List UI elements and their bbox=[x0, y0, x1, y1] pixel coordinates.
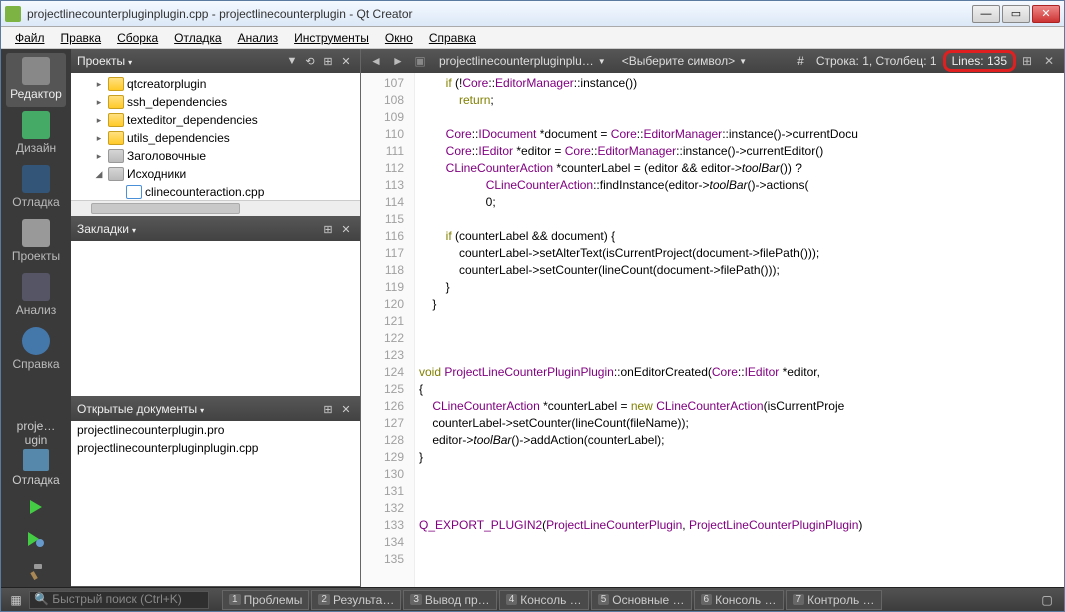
help-icon bbox=[22, 327, 50, 355]
design-icon bbox=[22, 111, 50, 139]
close-pane-icon[interactable]: ✕ bbox=[338, 221, 354, 237]
output-tab[interactable]: 7Контроль … bbox=[786, 590, 882, 610]
tree-scrollbar[interactable] bbox=[71, 200, 360, 216]
menu-tools[interactable]: Инструменты bbox=[286, 29, 377, 47]
menu-file[interactable]: Файл bbox=[7, 29, 53, 47]
cursor-position-hash: # bbox=[791, 54, 810, 68]
close-pane-icon[interactable]: ✕ bbox=[338, 401, 354, 417]
close-editor-icon[interactable]: ✕ bbox=[1039, 52, 1059, 70]
minimize-button[interactable]: — bbox=[972, 5, 1000, 23]
debug-icon bbox=[22, 165, 50, 193]
kit-selector[interactable]: proje…ugin Отладка bbox=[6, 415, 66, 491]
tree-item[interactable]: ◢Исходники bbox=[71, 165, 360, 183]
quick-search-input[interactable]: 🔍 Быстрый поиск (Ctrl+K) bbox=[29, 591, 209, 609]
toggle-sidebar-button[interactable]: ▦ bbox=[5, 591, 27, 609]
opendocs-pane-header: Открытые документы ⊞ ✕ bbox=[71, 397, 360, 421]
menu-window[interactable]: Окно bbox=[377, 29, 421, 47]
run-debug-button[interactable] bbox=[21, 526, 51, 552]
projects-pane-title[interactable]: Проекты bbox=[77, 54, 282, 68]
bookmarks-pane-title[interactable]: Закладки bbox=[77, 222, 318, 236]
menu-build[interactable]: Сборка bbox=[109, 29, 166, 47]
tree-item[interactable]: ▸Заголовочные bbox=[71, 147, 360, 165]
projects-icon bbox=[22, 219, 50, 247]
bookmarks-pane: Закладки ⊞ ✕ bbox=[71, 217, 360, 397]
split-icon[interactable]: ⊞ bbox=[320, 221, 336, 237]
menu-help[interactable]: Справка bbox=[421, 29, 484, 47]
maximize-button[interactable]: ▭ bbox=[1002, 5, 1030, 23]
window-title: projectlinecounterpluginplugin.cpp - pro… bbox=[27, 7, 970, 21]
split-icon[interactable]: ⊞ bbox=[320, 53, 336, 69]
opendocs-pane-title[interactable]: Открытые документы bbox=[77, 402, 318, 416]
line-number-gutter: 1071081091101111121131141151161171181191… bbox=[361, 73, 415, 587]
window-titlebar: projectlinecounterpluginplugin.cpp - pro… bbox=[1, 1, 1064, 27]
menu-bar: Файл Правка Сборка Отладка Анализ Инстру… bbox=[1, 27, 1064, 49]
mode-help[interactable]: Справка bbox=[6, 323, 66, 377]
monitor-icon bbox=[23, 449, 49, 471]
mode-editor[interactable]: Редактор bbox=[6, 53, 66, 107]
editor-area: ◄ ► ▣ projectlinecounterpluginplu…▼ <Выб… bbox=[361, 49, 1064, 587]
tree-item[interactable]: ▸texteditor_dependencies bbox=[71, 111, 360, 129]
close-pane-icon[interactable]: ✕ bbox=[338, 53, 354, 69]
mode-analyze[interactable]: Анализ bbox=[6, 269, 66, 323]
split-icon[interactable]: ⊞ bbox=[320, 401, 336, 417]
bookmarks-body bbox=[71, 241, 360, 396]
nav-forward-button[interactable]: ► bbox=[388, 52, 408, 70]
projects-tree[interactable]: ▸qtcreatorplugin▸ssh_dependencies▸texted… bbox=[71, 73, 360, 200]
menu-analyze[interactable]: Анализ bbox=[230, 29, 287, 47]
output-tab[interactable]: 1Проблемы bbox=[222, 590, 309, 610]
bottom-bar: ▦ 🔍 Быстрый поиск (Ctrl+K) 1Проблемы2Рез… bbox=[1, 587, 1064, 611]
editor-toolbar: ◄ ► ▣ projectlinecounterpluginplu…▼ <Выб… bbox=[361, 49, 1064, 73]
output-tabs: 1Проблемы2Результа…3Вывод пр…4Консоль …5… bbox=[221, 590, 883, 610]
opendocs-pane: Открытые документы ⊞ ✕ projectlinecounte… bbox=[71, 397, 360, 587]
mode-projects[interactable]: Проекты bbox=[6, 215, 66, 269]
bookmarks-pane-header: Закладки ⊞ ✕ bbox=[71, 217, 360, 241]
output-close-icon[interactable]: ▢ bbox=[1036, 591, 1058, 609]
app-icon bbox=[5, 6, 21, 22]
output-tab[interactable]: 2Результа… bbox=[311, 590, 401, 610]
file-status-icon: ▣ bbox=[410, 52, 430, 70]
build-button[interactable] bbox=[21, 558, 51, 584]
mode-bar: Редактор Дизайн Отладка Проекты Анализ С… bbox=[1, 49, 71, 587]
output-tab[interactable]: 4Консоль … bbox=[499, 590, 589, 610]
close-button[interactable]: ✕ bbox=[1032, 5, 1060, 23]
symbol-selector-dropdown[interactable]: <Выберите символ>▼ bbox=[616, 53, 789, 69]
output-tab[interactable]: 6Консоль … bbox=[694, 590, 784, 610]
code-content[interactable]: if (!Core::EditorManager::instance()) re… bbox=[415, 73, 1064, 587]
mode-design[interactable]: Дизайн bbox=[6, 107, 66, 161]
editor-icon bbox=[22, 57, 50, 85]
mode-debug[interactable]: Отладка bbox=[6, 161, 66, 215]
analyze-icon bbox=[22, 273, 50, 301]
tree-item[interactable]: clinecounteraction.cpp bbox=[71, 183, 360, 200]
tree-item[interactable]: ▸utils_dependencies bbox=[71, 129, 360, 147]
search-icon: 🔍 bbox=[34, 592, 49, 606]
tree-item[interactable]: ▸ssh_dependencies bbox=[71, 93, 360, 111]
open-document-item[interactable]: projectlinecounterpluginplugin.cpp bbox=[71, 439, 360, 457]
projects-pane: Проекты ▼ ⟲ ⊞ ✕ ▸qtcreatorplugin▸ssh_dep… bbox=[71, 49, 360, 217]
tree-item[interactable]: ▸qtcreatorplugin bbox=[71, 75, 360, 93]
projects-pane-header: Проекты ▼ ⟲ ⊞ ✕ bbox=[71, 49, 360, 73]
menu-debug[interactable]: Отладка bbox=[166, 29, 229, 47]
split-editor-icon[interactable]: ⊞ bbox=[1017, 52, 1037, 70]
code-area[interactable]: 1071081091101111121131141151161171181191… bbox=[361, 73, 1064, 587]
nav-back-button[interactable]: ◄ bbox=[366, 52, 386, 70]
filter-icon[interactable]: ▼ bbox=[284, 53, 300, 69]
side-panel: Проекты ▼ ⟲ ⊞ ✕ ▸qtcreatorplugin▸ssh_dep… bbox=[71, 49, 361, 587]
sync-icon[interactable]: ⟲ bbox=[302, 53, 318, 69]
menu-edit[interactable]: Правка bbox=[53, 29, 110, 47]
lines-counter-label: Lines: 135 bbox=[943, 50, 1016, 72]
cursor-position[interactable]: Строка: 1, Столбец: 1 bbox=[810, 54, 943, 68]
open-documents-list[interactable]: projectlinecounterplugin.proprojectlinec… bbox=[71, 421, 360, 586]
output-tab[interactable]: 5Основные … bbox=[591, 590, 692, 610]
file-selector-dropdown[interactable]: projectlinecounterpluginplu…▼ bbox=[433, 53, 612, 69]
open-document-item[interactable]: projectlinecounterplugin.pro bbox=[71, 421, 360, 439]
run-button[interactable] bbox=[21, 494, 51, 520]
output-tab[interactable]: 3Вывод пр… bbox=[403, 590, 496, 610]
